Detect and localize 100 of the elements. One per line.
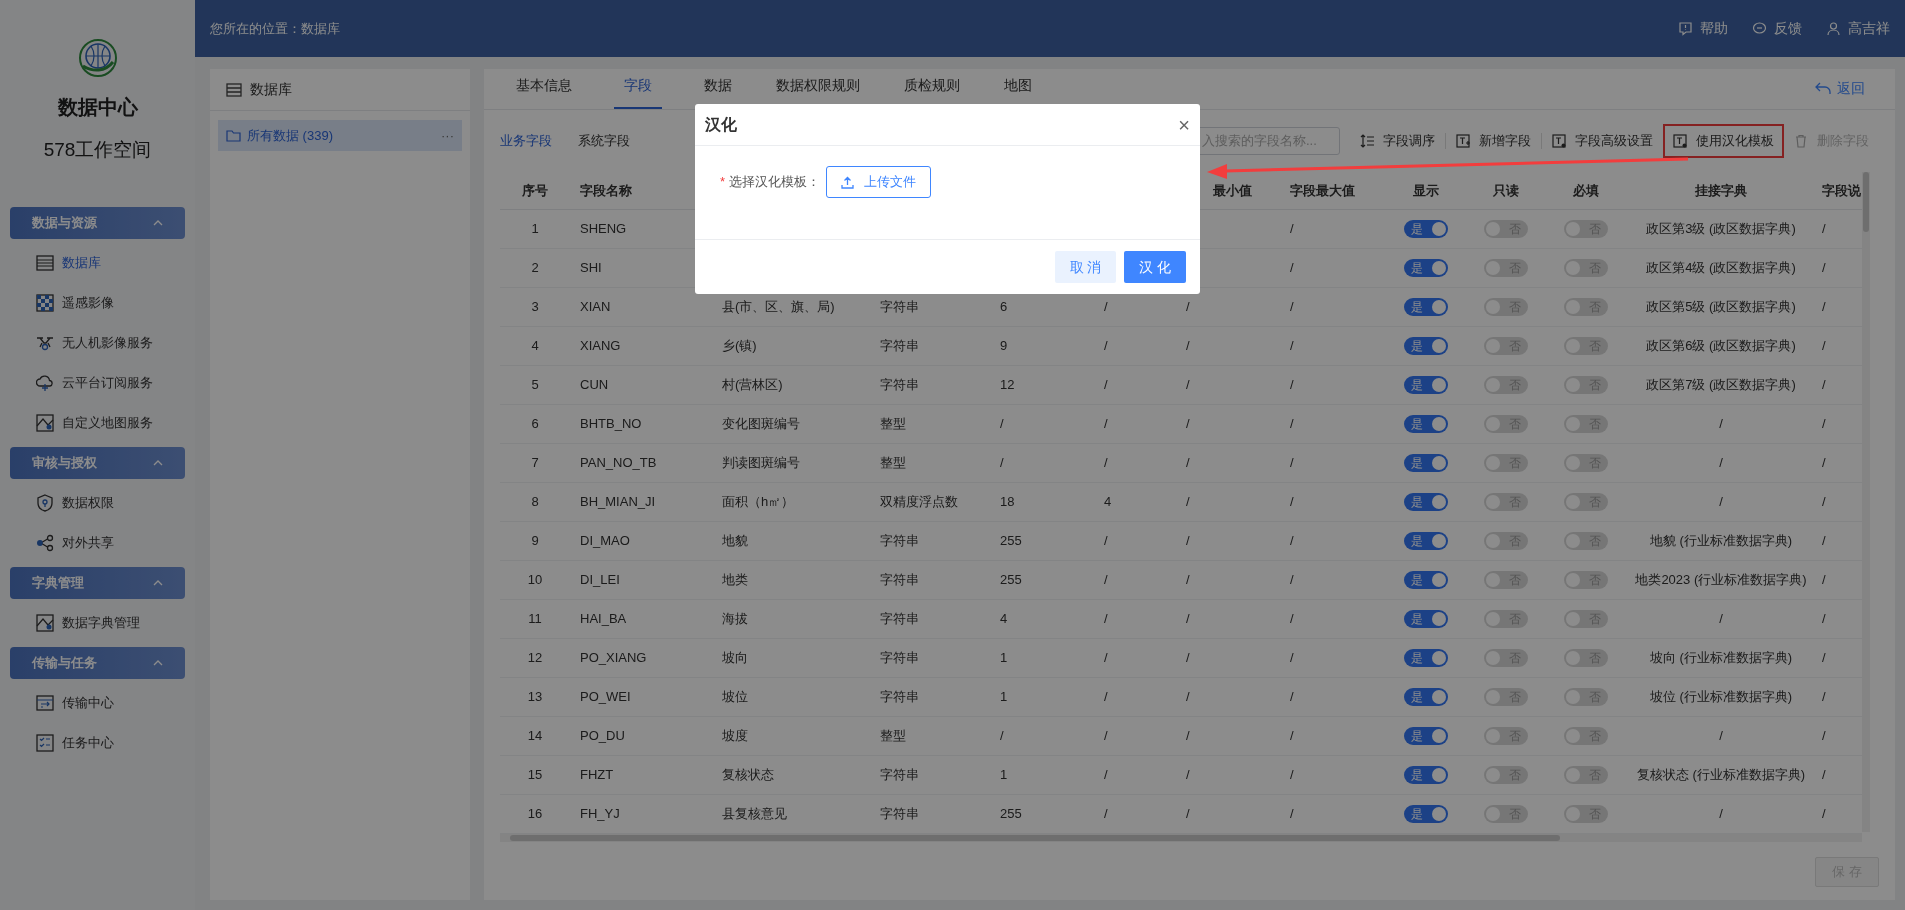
menu-item[interactable]: 无人机影像服务 [0,322,195,363]
confirm-button[interactable]: 汉 化 [1124,251,1186,283]
header-link[interactable]: 高吉祥 [1826,18,1890,39]
toggle-switch[interactable]: 是 [1404,337,1448,355]
tab[interactable]: 地图 [1002,75,1034,109]
table-cell-text: 整型 [880,454,906,473]
table-cell-text: / [1822,610,1826,629]
toggle-switch[interactable]: 是 [1404,415,1448,433]
toolbar-button[interactable]: 新增字段 [1446,124,1541,158]
table-cell-text: / [1104,337,1108,356]
table-cell-text: / [1290,376,1294,395]
table-cell-text: 255 [1000,532,1022,551]
toggle-switch[interactable]: 是 [1404,376,1448,394]
table-cell-text: 地类2023 (行业标准数据字典) [1635,571,1807,590]
table-cell-text: PO_XIANG [580,649,647,668]
tab[interactable]: 质检规则 [902,75,962,109]
toggle-switch[interactable]: 是 [1404,766,1448,784]
menu-group-header[interactable]: 字典管理 [10,566,185,599]
table-cell-text: 6 [531,415,539,434]
menu-item[interactable]: 对外共享 [0,522,195,563]
column-header[interactable]: 序号 [522,180,548,201]
close-button[interactable]: × [1178,114,1190,135]
table-cell-text: 坡位 (行业标准数据字典) [1649,688,1793,707]
menu-group-header[interactable]: 审核与授权 [10,446,185,479]
tab[interactable]: 基本信息 [514,75,574,109]
table-cell-text: / [1104,610,1108,629]
table-cell-text: / [1290,298,1294,317]
column-header[interactable]: 字段名称 [580,180,632,201]
field-template-icon [1673,133,1688,149]
menu-item[interactable]: 数据权限 [0,482,195,523]
column-header[interactable]: 字段最大值 [1290,180,1355,201]
table-cell-text: / [1290,766,1294,785]
table-cell-text: / [1822,454,1826,473]
table-cell-text: 字符串 [880,766,919,785]
toggle-switch[interactable]: 是 [1404,259,1448,277]
table-cell-text: 政区第3级 (政区数据字典) [1646,220,1796,239]
table-cell-text: 地貌 [722,532,748,551]
menu-item[interactable]: 任务中心 [0,722,195,763]
toggle-switch[interactable]: 是 [1404,532,1448,550]
upload-button[interactable]: 上传文件 [826,166,932,198]
column-header[interactable]: 必填 [1573,180,1599,201]
menu-item[interactable]: 自定义地图服务 [0,402,195,443]
table-cell-text: / [1186,376,1190,395]
tab[interactable]: 数据权限规则 [774,75,862,109]
table-cell-text: 字符串 [880,298,919,317]
menu-item[interactable]: 遥感影像 [0,282,195,323]
menu-item[interactable]: 数据字典管理 [0,602,195,643]
toggle-switch[interactable]: 是 [1404,610,1448,628]
column-header[interactable]: 只读 [1493,180,1519,201]
sub-tab[interactable]: 系统字段 [578,131,630,151]
table-cell-text: / [1290,649,1294,668]
table-cell-text: / [1290,610,1294,629]
table-cell-text: / [1104,415,1108,434]
header-link[interactable]: 反馈 [1752,18,1802,39]
toggle-switch[interactable]: 是 [1404,493,1448,511]
vertical-scrollbar[interactable] [1862,172,1870,832]
menu-group-header[interactable]: 数据与资源 [10,206,185,239]
upload-icon [841,175,855,189]
toggle-switch[interactable]: 是 [1404,649,1448,667]
table-cell-text: / [1104,298,1108,317]
table-cell-text: / [1822,337,1826,356]
column-header[interactable]: 最小值 [1213,180,1252,201]
toggle-switch[interactable]: 是 [1404,688,1448,706]
table-cell-text: 地貌 (行业标准数据字典) [1649,532,1793,551]
toggle-switch[interactable]: 是 [1404,454,1448,472]
table-cell-text: 7 [531,454,539,473]
table-cell-text: 255 [1000,805,1022,824]
more-button[interactable]: ··· [441,125,454,146]
horizontal-scrollbar[interactable] [500,834,1862,842]
toggle-switch[interactable]: 是 [1404,298,1448,316]
table-cell-text: 复核状态 [722,766,774,785]
tab[interactable]: 字段 [614,75,662,109]
toggle-switch[interactable]: 是 [1404,727,1448,745]
column-header[interactable]: 字段说 [1822,180,1861,201]
table-cell-text: 16 [527,805,543,824]
back-link[interactable]: 返回 [1815,78,1865,99]
toggle-switch[interactable]: 是 [1404,805,1448,823]
menu-item[interactable]: 传输中心 [0,682,195,723]
menu-group-header[interactable]: 传输与任务 [10,646,185,679]
table-cell-text: 海拔 [722,610,748,629]
panel-title: 数据库 [250,80,292,99]
tab[interactable]: 数据 [702,75,734,109]
table-cell-text: / [1186,493,1190,512]
table-cell-text: 字符串 [880,532,919,551]
toolbar-button[interactable]: 字段调序 [1350,124,1445,158]
toggle-switch[interactable]: 是 [1404,220,1448,238]
header-link[interactable]: 帮助 [1678,18,1728,39]
tree-item[interactable]: 所有数据 (339) ··· [218,120,462,151]
table-cell-text: 1 [531,220,539,239]
menu-item[interactable]: 数据库 [0,242,195,283]
column-header[interactable]: 挂接字典 [1695,180,1747,201]
toolbar-button[interactable]: 使用汉化模板 [1663,124,1784,158]
table-cell-text: 1 [1000,766,1008,785]
cancel-button[interactable]: 取 消 [1055,251,1116,283]
sub-tab[interactable]: 业务字段 [500,131,552,151]
toggle-switch[interactable]: 是 [1404,571,1448,589]
table-cell-text: / [1104,649,1108,668]
column-header[interactable]: 显示 [1413,180,1439,201]
toolbar-button[interactable]: 字段高级设置 [1542,124,1663,158]
menu-item[interactable]: 云平台订阅服务 [0,362,195,403]
